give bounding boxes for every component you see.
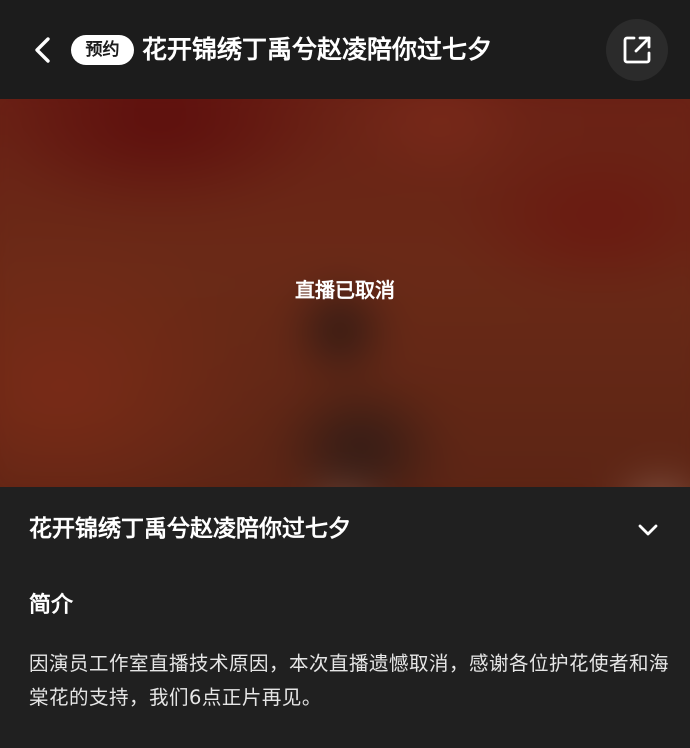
- expand-button[interactable]: [630, 517, 666, 545]
- share-button[interactable]: [606, 19, 668, 81]
- info-panel: 花开锦绣丁禹兮赵凌陪你过七夕 简介 因演员工作室直播技术原因，本次直播遗憾取消，…: [0, 487, 690, 748]
- live-status-text: 直播已取消: [295, 278, 395, 302]
- chevron-down-icon: [638, 524, 658, 536]
- page-title: 花开锦绣丁禹兮赵凌陪你过七夕: [142, 35, 493, 64]
- share-external-icon: [623, 36, 651, 64]
- live-detail-page: 预约 花开锦绣丁禹兮赵凌陪你过七夕 直播已取消 花开锦绣丁禹兮赵凌陪你过七夕 简…: [0, 0, 690, 748]
- intro-heading: 简介: [29, 593, 74, 618]
- video-player[interactable]: 直播已取消: [0, 99, 690, 487]
- back-button[interactable]: [26, 30, 62, 70]
- live-title: 花开锦绣丁禹兮赵凌陪你过七夕: [29, 516, 351, 542]
- chevron-left-icon: [35, 37, 50, 63]
- reservation-badge: 预约: [71, 35, 134, 65]
- intro-description: 因演员工作室直播技术原因，本次直播遗憾取消，感谢各位护花使者和海棠花的支持，我们…: [29, 652, 670, 709]
- top-bar: 预约 花开锦绣丁禹兮赵凌陪你过七夕: [0, 0, 690, 99]
